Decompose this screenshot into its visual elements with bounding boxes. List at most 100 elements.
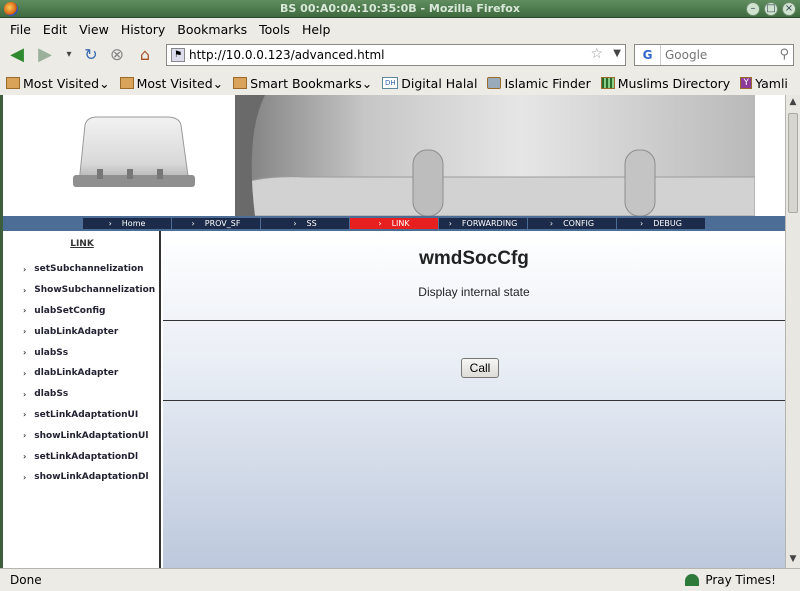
navigation-toolbar: ◀ ▶ ▾ ↻ ⊗ ⌂ ⚑ http://10.0.0.123/advanced… (0, 40, 800, 70)
sidebar-item-setsubchannelization[interactable]: › setSubchannelization (23, 259, 155, 280)
sidebar-item-ulablinkadapter[interactable]: › ulabLinkAdapter (23, 321, 155, 342)
scroll-up-icon[interactable]: ▲ (787, 97, 799, 109)
folder-icon (119, 77, 134, 89)
menu-view[interactable]: View (73, 22, 115, 37)
chevron-right-icon: › (23, 306, 27, 316)
bookmark-most-visited-2[interactable]: Most Visited ⌄ (119, 76, 223, 91)
vertical-scrollbar[interactable]: ▲ ▼ (785, 95, 800, 568)
mosque-icon (685, 574, 700, 586)
chevron-right-icon: › (549, 219, 554, 228)
status-bar: Done Pray Times! (0, 568, 800, 591)
bookmark-yamli[interactable]: Y Yamli (740, 76, 788, 91)
bookmark-most-visited[interactable]: Most Visited ⌄ (6, 76, 110, 91)
digital-halal-icon: DH (382, 77, 399, 89)
chevron-right-icon: › (23, 389, 27, 399)
bookmark-smart-bookmarks[interactable]: Smart Bookmarks ⌄ (233, 76, 372, 91)
chevron-right-icon: › (23, 368, 27, 378)
chevron-right-icon: › (23, 348, 27, 358)
maximize-button[interactable]: □ (764, 2, 778, 16)
tab-home[interactable]: › Home (83, 218, 171, 229)
reload-icon[interactable]: ↻ (80, 44, 102, 66)
sidebar: LINK › setSubchannelization › ShowSubchann… (3, 231, 161, 568)
bookmarks-toolbar: Most Visited ⌄ Most Visited ⌄ Smart Bookma… (0, 71, 800, 95)
folder-icon (233, 77, 248, 89)
pray-times-addon[interactable]: Pray Times! (685, 573, 776, 587)
chevron-right-icon: › (108, 219, 112, 228)
chevron-right-icon: › (448, 219, 452, 228)
sidebar-item-dlabss[interactable]: › dlabSs (23, 384, 155, 405)
menu-bar: File Edit View History Bookmarks Tools H… (0, 18, 800, 40)
window-title-bar: BS 00:A0:0A:10:35:0B - Mozilla Firefox –… (0, 0, 800, 18)
search-engine-icon[interactable]: G (635, 45, 661, 65)
menu-edit[interactable]: Edit (37, 22, 73, 37)
bookmark-star-icon[interactable]: ☆ (590, 46, 603, 62)
nav-strip: › Home › PROV_SF › SS › LINK › FORWARDING › CO… (3, 216, 785, 231)
sidebar-list: › setSubchannelization › ShowSubchanneliza… (23, 259, 155, 488)
sidebar-item-showlinkadaptationul[interactable]: › showLinkAdaptationUl (23, 425, 155, 446)
close-button[interactable]: × (782, 2, 796, 16)
url-dropdown-icon[interactable]: ▼ (613, 48, 621, 59)
chevron-right-icon: › (378, 219, 382, 228)
folder-icon (6, 77, 20, 89)
chevron-down-icon: ⌄ (361, 75, 373, 91)
scroll-down-icon[interactable]: ▼ (787, 554, 799, 566)
history-dropdown-icon[interactable]: ▾ (58, 44, 80, 66)
search-icon[interactable]: ⚲ (779, 47, 789, 62)
scrollbar-thumb[interactable] (788, 113, 798, 213)
sidebar-item-ulabsetconfig[interactable]: › ulabSetConfig (23, 301, 155, 322)
sidebar-heading[interactable]: LINK (3, 239, 161, 249)
islamic-finder-icon (487, 77, 502, 89)
minimize-button[interactable]: – (746, 2, 760, 16)
tab-config[interactable]: › CONFIG (528, 218, 616, 229)
sidebar-item-showlinkadaptationdl[interactable]: › showLinkAdaptationDl (23, 467, 155, 488)
window-title: BS 00:A0:0A:10:35:0B - Mozilla Firefox (280, 2, 520, 15)
bookmark-muslims-directory[interactable]: Muslims Directory (600, 76, 730, 91)
banner (3, 95, 785, 216)
url-text[interactable]: http://10.0.0.123/advanced.html (189, 48, 384, 62)
status-text: Done (10, 573, 42, 587)
yamli-icon: Y (740, 77, 753, 89)
chevron-right-icon: › (23, 327, 27, 337)
function-title: wmdSocCfg (419, 248, 529, 269)
muslims-directory-icon (600, 77, 615, 89)
sidebar-item-setlinkadaptationdl[interactable]: › setLinkAdaptationDl (23, 446, 155, 467)
forward-arrow-icon[interactable]: ▶ (34, 44, 56, 66)
main-content: wmdSocCfg Display internal state Call (163, 231, 785, 568)
bookmark-islamic-finder[interactable]: Islamic Finder (487, 76, 591, 91)
call-button[interactable]: Call (461, 358, 499, 378)
sidebar-item-setlinkadaptationui[interactable]: › setLinkAdaptationUI (23, 405, 155, 426)
tab-forwarding[interactable]: › FORWARDING (439, 218, 527, 229)
stop-icon[interactable]: ⊗ (106, 44, 128, 66)
chevron-right-icon: › (23, 410, 27, 420)
chevron-right-icon: › (23, 452, 27, 462)
page-viewport: › Home › PROV_SF › SS › LINK › FORWARDING › CO… (3, 95, 785, 568)
search-bar[interactable]: G ⚲ (634, 44, 794, 66)
url-bar[interactable]: ⚑ http://10.0.0.123/advanced.html ☆ ▼ (166, 44, 626, 66)
tab-ss[interactable]: › SS (261, 218, 349, 229)
search-input[interactable] (661, 48, 771, 62)
chevron-right-icon: › (23, 285, 27, 295)
sidebar-item-ulabss[interactable]: › ulabSs (23, 342, 155, 363)
divider (163, 320, 785, 321)
menu-file[interactable]: File (4, 22, 37, 37)
sidebar-item-showsubchannelization[interactable]: › ShowSubchannelization (23, 280, 155, 301)
device-image-large (235, 95, 755, 216)
tab-debug[interactable]: › DEBUG (617, 218, 705, 229)
tab-prov-sf[interactable]: › PROV_SF (172, 218, 260, 229)
chevron-right-icon: › (640, 219, 644, 228)
chevron-right-icon: › (23, 264, 27, 274)
site-identity-icon[interactable]: ⚑ (171, 48, 185, 62)
bookmark-digital-halal[interactable]: DH Digital Halal (382, 76, 477, 91)
function-description: Display internal state (418, 285, 530, 299)
divider (163, 400, 785, 401)
menu-help[interactable]: Help (296, 22, 337, 37)
tab-link[interactable]: › LINK (350, 218, 438, 229)
home-icon[interactable]: ⌂ (134, 44, 156, 66)
back-arrow-icon[interactable]: ◀ (6, 44, 28, 66)
menu-bookmarks[interactable]: Bookmarks (171, 22, 253, 37)
menu-history[interactable]: History (115, 22, 171, 37)
menu-tools[interactable]: Tools (253, 22, 296, 37)
sidebar-item-dlablinkadapter[interactable]: › dlabLinkAdapter (23, 363, 155, 384)
chevron-right-icon: › (23, 431, 27, 441)
chevron-right-icon: › (191, 219, 195, 228)
